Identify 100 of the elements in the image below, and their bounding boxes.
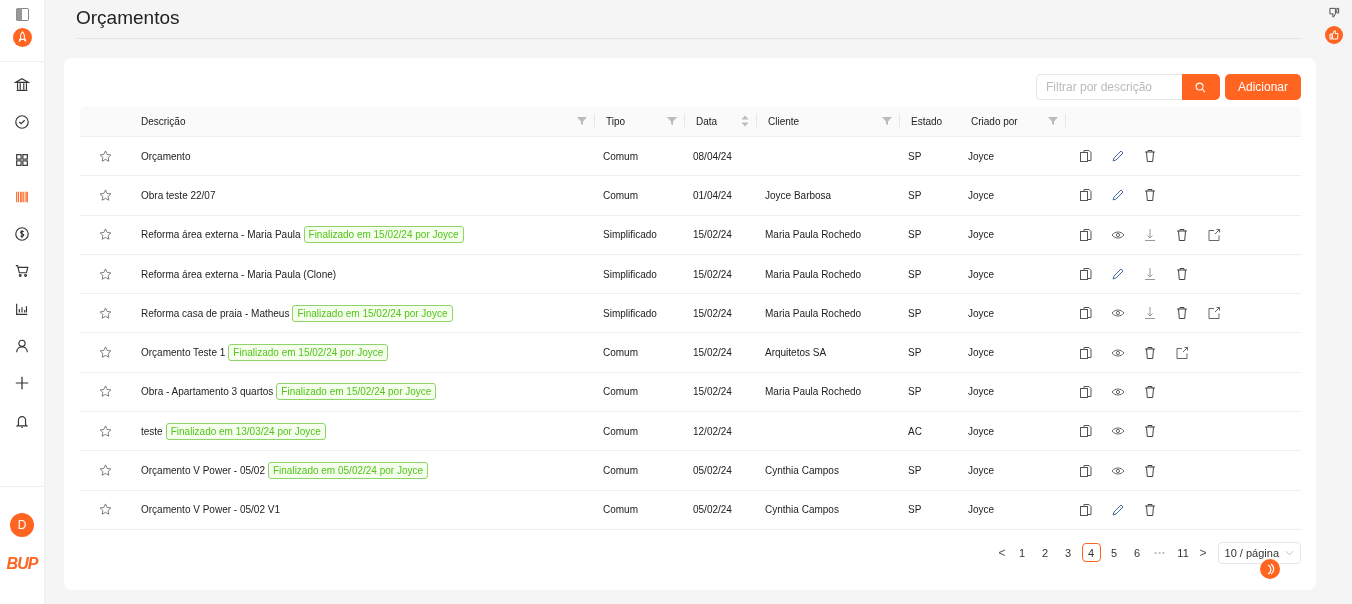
chat-bubble-icon[interactable] [1260, 559, 1280, 579]
trash-icon[interactable] [1143, 463, 1157, 478]
share-icon[interactable] [1207, 306, 1221, 321]
star-icon[interactable] [98, 149, 112, 163]
table-cell: Reforma área externa - Maria Paula [141, 229, 301, 241]
table-row[interactable]: Obra teste 22/07 Comum 01/04/24 Joyce Barbosa SP Joyce [80, 176, 1301, 216]
copy-icon[interactable] [1079, 384, 1093, 399]
sidebar-item[interactable] [13, 225, 31, 244]
pencil-icon[interactable] [1111, 188, 1125, 203]
table-row[interactable]: Orçamento V Power - 05/02 Finalizado em 05/02/24 por Joyce Comum 05/02/24 Cynthia Campos SP Joyce [80, 451, 1301, 491]
star-icon[interactable] [98, 503, 112, 517]
download-icon[interactable] [1143, 267, 1157, 282]
table-cell: Simplificado [603, 229, 657, 241]
copy-icon[interactable] [1079, 188, 1093, 203]
grid-icon [14, 151, 30, 168]
pencil-icon[interactable] [1111, 149, 1125, 164]
trash-icon[interactable] [1143, 384, 1157, 399]
table-cell: Orçamento [141, 150, 191, 162]
table-cell: SP [908, 189, 922, 201]
table-cell: Comum [603, 386, 638, 398]
table-row[interactable]: teste Finalizado em 13/03/24 por Joyce Comum 12/02/24 AC Joyce [80, 412, 1301, 452]
share-icon[interactable] [1175, 345, 1189, 360]
table-cell: Joyce [968, 268, 995, 280]
table-cell: 01/04/24 [693, 189, 732, 201]
table-row[interactable]: Obra - Apartamento 3 quartos Finalizado em 15/02/24 por Joyce Comum 15/02/24 Maria Paula Rochedo SP Joyce [80, 372, 1301, 413]
cart-icon [14, 263, 30, 280]
bank-icon [14, 77, 30, 93]
trash-icon[interactable] [1143, 149, 1157, 164]
trash-icon[interactable] [1143, 424, 1157, 439]
copy-icon[interactable] [1079, 306, 1093, 321]
download-icon[interactable] [1143, 227, 1157, 242]
copy-icon[interactable] [1079, 502, 1093, 517]
thumbs-up-icon[interactable] [1325, 26, 1343, 44]
table-cell: Joyce [968, 229, 995, 241]
star-icon[interactable] [98, 385, 112, 399]
table-cell: SP [908, 307, 922, 319]
star-icon[interactable] [98, 346, 112, 360]
download-icon[interactable] [1143, 306, 1157, 321]
table-cell: Comum [603, 465, 638, 476]
trash-icon[interactable] [1175, 227, 1189, 242]
star-icon[interactable] [98, 464, 112, 477]
table-cell: Orçamento V Power - 05/02 [141, 465, 265, 476]
page-button[interactable]: 11 [1173, 543, 1193, 563]
panel-toggle-icon[interactable] [15, 8, 29, 21]
table-cell: Cynthia Campos [765, 504, 839, 516]
page-button[interactable]: 1 [1012, 543, 1032, 563]
page-button[interactable]: 5 [1104, 543, 1124, 563]
star-icon[interactable] [98, 267, 112, 281]
page-button[interactable]: 3 [1058, 543, 1078, 563]
page-button[interactable]: 6 [1127, 543, 1147, 563]
thumbs-down-icon[interactable] [1328, 7, 1340, 18]
table-cell: Joyce [968, 307, 995, 319]
copy-icon[interactable] [1079, 149, 1093, 164]
status-tag: Finalizado em 15/02/24 por Joyce [276, 383, 437, 401]
table-row[interactable]: Orçamento Comum 08/04/24 SP Joyce [80, 137, 1301, 177]
trash-icon[interactable] [1143, 188, 1157, 203]
table-cell: Obra teste 22/07 [141, 189, 216, 201]
table-cell: Comum [603, 189, 638, 201]
table-cell: Obra - Apartamento 3 quartos [141, 386, 274, 398]
table-row[interactable]: Reforma área externa - Maria Paula (Clone) Simplificado 15/02/24 Maria Paula Rochedo SP Joyce [80, 254, 1301, 295]
table-row[interactable]: Orçamento V Power - 05/02 V1 Comum 05/02/24 Cynthia Campos SP Joyce [80, 490, 1301, 530]
sidebar-item[interactable] [13, 76, 31, 94]
chevron-down-icon [1285, 549, 1294, 556]
copy-icon[interactable] [1079, 227, 1093, 242]
table-row[interactable]: Orçamento Teste 1 Finalizado em 15/02/24 por Joyce Comum 15/02/24 Arquitetos SA SP Joyce [80, 333, 1301, 373]
copy-icon[interactable] [1079, 345, 1093, 360]
table-row[interactable]: Reforma casa de praia - Matheus Finalizado em 15/02/24 por Joyce Simplificado 15/02/24 Maria Paula Rochedo SP Joyce [80, 294, 1301, 334]
table-cell: 15/02/24 [693, 229, 732, 241]
page-button[interactable]: 4 [1081, 543, 1101, 563]
table-cell: Orçamento V Power - 05/02 V1 [141, 504, 280, 516]
search-button[interactable] [1181, 74, 1220, 100]
copy-icon[interactable] [1079, 267, 1093, 282]
star-icon[interactable] [98, 188, 112, 202]
pencil-icon[interactable] [1111, 502, 1125, 517]
table-cell: SP [908, 268, 922, 280]
copy-icon[interactable] [1079, 424, 1093, 439]
trash-icon[interactable] [1175, 306, 1189, 321]
column-header: Estado [911, 115, 943, 127]
page-button[interactable]: 2 [1035, 543, 1055, 563]
trash-icon[interactable] [1143, 502, 1157, 517]
page-title: Orçamentos [76, 0, 1301, 39]
trash-icon[interactable] [1143, 345, 1157, 360]
previous-page-button[interactable]: < [995, 545, 1009, 560]
table-cell: Joyce Barbosa [765, 189, 832, 201]
star-icon[interactable] [98, 228, 112, 242]
star-icon[interactable] [98, 424, 112, 438]
table-row[interactable]: Reforma área externa - Maria Paula Finalizado em 15/02/24 por Joyce Simplificado 15/02/24 Maria Paula Rochedo SP Joyce [80, 215, 1301, 255]
rocket-logo-icon [12, 28, 32, 47]
trash-icon[interactable] [1175, 267, 1189, 282]
table-cell: Joyce [968, 386, 995, 398]
sidebar-item[interactable] [13, 113, 31, 132]
pencil-icon[interactable] [1111, 267, 1125, 282]
share-icon[interactable] [1207, 227, 1221, 242]
next-page-button[interactable]: > [1196, 545, 1210, 560]
check-circle-icon [14, 114, 30, 131]
search-field[interactable]: Filtrar por descrição [1035, 74, 1182, 100]
search-icon [1195, 81, 1207, 93]
star-icon[interactable] [98, 306, 112, 320]
dollar-icon [14, 226, 30, 243]
copy-icon[interactable] [1079, 463, 1093, 478]
